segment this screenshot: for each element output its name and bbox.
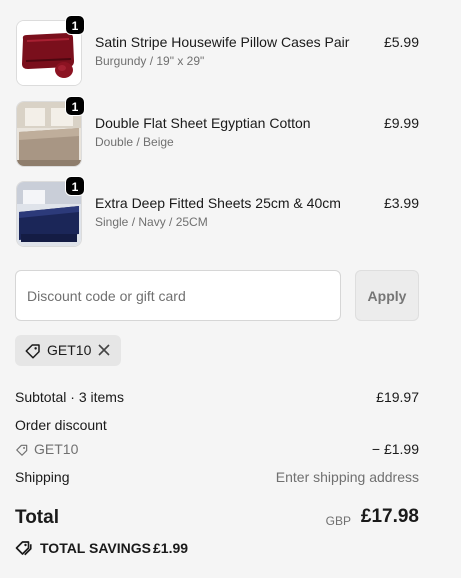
tag-icon — [25, 344, 40, 359]
apply-button[interactable]: Apply — [355, 270, 419, 321]
subtotal-value: £19.97 — [376, 389, 419, 405]
line-item: 1 Extra Deep Fitted Sheets 25cm & 40cm S… — [15, 176, 419, 247]
total-amount: £17.98 — [360, 506, 419, 527]
order-discount-label: Order discount — [15, 417, 107, 433]
discount-code-input[interactable] — [15, 270, 341, 321]
discount-value: − £1.99 — [371, 441, 419, 457]
remove-discount-icon[interactable] — [97, 343, 111, 357]
subtotal-row: Subtotal · 3 items £19.97 — [15, 389, 419, 405]
shipping-value: Enter shipping address — [275, 469, 419, 485]
quantity-badge: 1 — [65, 96, 85, 116]
line-item: 1 Double Flat Sheet Egyptian Cotton Doub… — [15, 96, 419, 167]
tags-icon — [15, 541, 32, 556]
product-variant: Single / Navy / 25CM — [95, 215, 208, 229]
savings-label: TOTAL SAVINGS — [40, 540, 151, 556]
product-price: £9.99 — [383, 115, 419, 131]
applied-code: GET10 — [47, 342, 92, 358]
currency-code: GBP — [325, 514, 351, 528]
product-price: £5.99 — [383, 34, 419, 50]
quantity-badge: 1 — [65, 176, 85, 196]
savings-value: £1.99 — [153, 540, 189, 556]
product-name: Extra Deep Fitted Sheets 25cm & 40cm — [95, 195, 341, 211]
order-discount-row: Order discount — [15, 417, 419, 433]
product-variant: Burgundy / 19" x 29" — [95, 54, 205, 68]
product-name: Double Flat Sheet Egyptian Cotton — [95, 115, 311, 131]
product-name: Satin Stripe Housewife Pillow Cases Pair — [95, 34, 350, 50]
quantity-badge: 1 — [65, 15, 85, 35]
applied-discount-chip: GET10 — [15, 335, 121, 366]
discount-code-label: GET10 — [34, 441, 79, 457]
shipping-label: Shipping — [15, 469, 70, 485]
shipping-row: Shipping Enter shipping address — [15, 469, 419, 485]
line-item: 1 Satin Stripe Housewife Pillow Cases Pa… — [15, 15, 419, 86]
tag-icon — [16, 444, 28, 456]
subtotal-label: Subtotal · 3 items — [15, 389, 124, 405]
product-variant: Double / Beige — [95, 135, 174, 149]
total-label: Total — [15, 507, 59, 528]
product-price: £3.99 — [383, 195, 419, 211]
